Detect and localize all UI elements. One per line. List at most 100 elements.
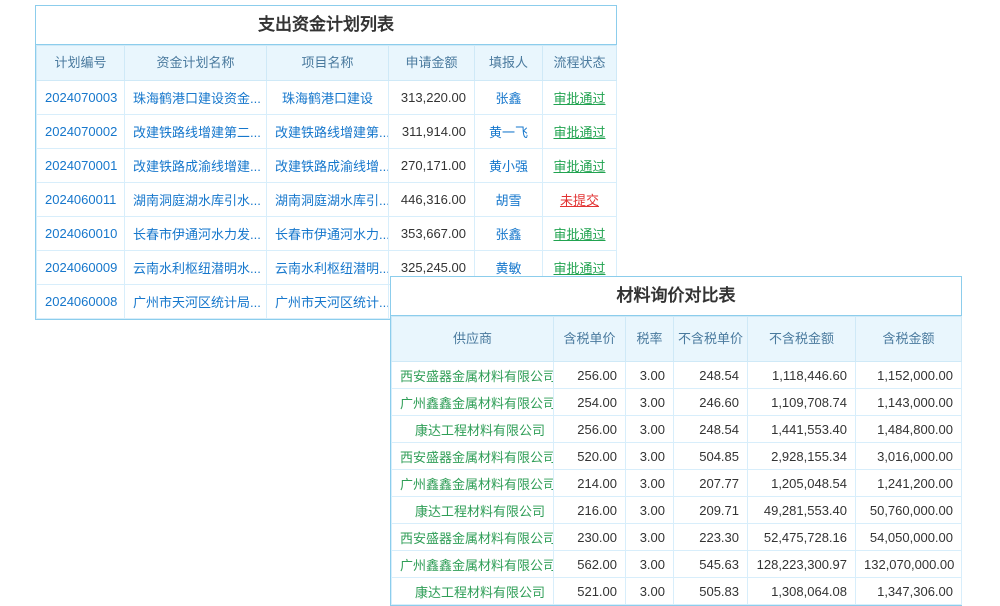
plan_table-cell-project_name[interactable]: 改建铁路线增建第...	[267, 115, 389, 149]
plan_table-cell-project_name[interactable]: 长春市伊通河水力...	[267, 217, 389, 251]
quote_table-cell-unit_price_tax: 256.00	[554, 362, 626, 389]
plan_table-cell-status[interactable]: 审批通过	[543, 217, 617, 251]
quote_table-column-amount_tax: 含税金额	[856, 317, 962, 362]
quote_table-cell-unit_price_tax: 216.00	[554, 497, 626, 524]
plan_table-cell-id[interactable]: 2024060009	[37, 251, 125, 285]
quote_table-cell-supplier: 康达工程材料有限公司	[392, 416, 554, 443]
plan_table-cell-id[interactable]: 2024060008	[37, 285, 125, 319]
plan_table-cell-id[interactable]: 2024070002	[37, 115, 125, 149]
plan_table-cell-status[interactable]: 审批通过	[543, 149, 617, 183]
plan_table-cell-fund_name[interactable]: 改建铁路成渝线增建...	[125, 149, 267, 183]
quote_table-cell-tax_rate: 3.00	[626, 578, 674, 605]
plan_table-cell-amount: 313,220.00	[389, 81, 475, 115]
table-row: 康达工程材料有限公司256.003.00248.541,441,553.401,…	[392, 416, 962, 443]
plan_table-cell-status[interactable]: 审批通过	[543, 81, 617, 115]
quote_table-cell-supplier: 广州鑫鑫金属材料有限公司	[392, 389, 554, 416]
quote_table-cell-unit_price_tax: 562.00	[554, 551, 626, 578]
plan_table-cell-fund_name[interactable]: 改建铁路线增建第二...	[125, 115, 267, 149]
quote_table-cell-unit_price_no_tax: 246.60	[674, 389, 748, 416]
quote_table-cell-supplier: 广州鑫鑫金属材料有限公司	[392, 470, 554, 497]
plan_table-cell-id[interactable]: 2024060011	[37, 183, 125, 217]
plan_table-cell-project_name[interactable]: 广州市天河区统计...	[267, 285, 389, 319]
material-quote-panel: 材料询价对比表 供应商含税单价税率不含税单价不含税金额含税金额 西安盛器金属材料…	[390, 276, 962, 606]
plan_table-cell-project_name[interactable]: 改建铁路成渝线增...	[267, 149, 389, 183]
quote_table-cell-unit_price_no_tax: 248.54	[674, 416, 748, 443]
table-row: 广州鑫鑫金属材料有限公司562.003.00545.63128,223,300.…	[392, 551, 962, 578]
table-row: 西安盛器金属材料有限公司230.003.00223.3052,475,728.1…	[392, 524, 962, 551]
quote_table-cell-amount_no_tax: 49,281,553.40	[748, 497, 856, 524]
quote_table-cell-unit_price_tax: 256.00	[554, 416, 626, 443]
plan_table-column-reporter: 填报人	[475, 46, 543, 81]
quote_table-cell-amount_no_tax: 1,109,708.74	[748, 389, 856, 416]
material-quote-header: 供应商含税单价税率不含税单价不含税金额含税金额	[392, 317, 962, 362]
quote_table-cell-amount_tax: 1,143,000.00	[856, 389, 962, 416]
plan_table-cell-reporter: 胡雪	[475, 183, 543, 217]
quote_table-cell-amount_no_tax: 1,118,446.60	[748, 362, 856, 389]
quote_table-cell-amount_no_tax: 1,308,064.08	[748, 578, 856, 605]
table-row: 康达工程材料有限公司521.003.00505.831,308,064.081,…	[392, 578, 962, 605]
quote_table-cell-tax_rate: 3.00	[626, 416, 674, 443]
table-row: 广州鑫鑫金属材料有限公司214.003.00207.771,205,048.54…	[392, 470, 962, 497]
plan_table-cell-fund_name[interactable]: 湖南洞庭湖水库引水...	[125, 183, 267, 217]
quote_table-cell-unit_price_no_tax: 209.71	[674, 497, 748, 524]
quote_table-cell-unit_price_no_tax: 223.30	[674, 524, 748, 551]
table-row: 广州鑫鑫金属材料有限公司254.003.00246.601,109,708.74…	[392, 389, 962, 416]
quote_table-cell-amount_tax: 1,484,800.00	[856, 416, 962, 443]
plan_table-column-status: 流程状态	[543, 46, 617, 81]
plan_table-cell-status[interactable]: 审批通过	[543, 115, 617, 149]
plan_table-cell-status[interactable]: 未提交	[543, 183, 617, 217]
quote_table-cell-unit_price_no_tax: 545.63	[674, 551, 748, 578]
quote_table-cell-amount_tax: 54,050,000.00	[856, 524, 962, 551]
plan_table-cell-amount: 446,316.00	[389, 183, 475, 217]
quote_table-cell-tax_rate: 3.00	[626, 524, 674, 551]
plan_table-cell-id[interactable]: 2024060010	[37, 217, 125, 251]
quote_table-cell-amount_no_tax: 2,928,155.34	[748, 443, 856, 470]
plan_table-cell-amount: 353,667.00	[389, 217, 475, 251]
quote_table-cell-supplier: 康达工程材料有限公司	[392, 497, 554, 524]
quote_table-column-tax_rate: 税率	[626, 317, 674, 362]
plan_table-cell-project_name[interactable]: 云南水利枢纽潜明...	[267, 251, 389, 285]
plan_table-cell-reporter: 黄一飞	[475, 115, 543, 149]
plan_table-cell-id[interactable]: 2024070003	[37, 81, 125, 115]
plan_table-cell-id[interactable]: 2024070001	[37, 149, 125, 183]
quote_table-cell-unit_price_tax: 214.00	[554, 470, 626, 497]
quote_table-cell-tax_rate: 3.00	[626, 470, 674, 497]
quote_table-cell-amount_tax: 1,347,306.00	[856, 578, 962, 605]
quote_table-cell-amount_no_tax: 52,475,728.16	[748, 524, 856, 551]
quote_table-cell-supplier: 康达工程材料有限公司	[392, 578, 554, 605]
quote_table-cell-tax_rate: 3.00	[626, 497, 674, 524]
plan_table-cell-project_name[interactable]: 珠海鹤港口建设	[267, 81, 389, 115]
quote_table-cell-tax_rate: 3.00	[626, 389, 674, 416]
plan_table-column-project_name: 项目名称	[267, 46, 389, 81]
quote_table-cell-unit_price_no_tax: 248.54	[674, 362, 748, 389]
quote_table-cell-supplier: 西安盛器金属材料有限公司	[392, 362, 554, 389]
plan_table-cell-fund_name[interactable]: 长春市伊通河水力发...	[125, 217, 267, 251]
quote_table-cell-supplier: 西安盛器金属材料有限公司	[392, 524, 554, 551]
plan_table-cell-project_name[interactable]: 湖南洞庭湖水库引...	[267, 183, 389, 217]
table-row: 西安盛器金属材料有限公司256.003.00248.541,118,446.60…	[392, 362, 962, 389]
quote_table-cell-unit_price_tax: 254.00	[554, 389, 626, 416]
quote_table-cell-amount_tax: 50,760,000.00	[856, 497, 962, 524]
material-quote-table: 供应商含税单价税率不含税单价不含税金额含税金额 西安盛器金属材料有限公司256.…	[391, 316, 962, 605]
quote_table-column-amount_no_tax: 不含税金额	[748, 317, 856, 362]
quote_table-cell-amount_no_tax: 1,441,553.40	[748, 416, 856, 443]
header-row: 计划编号资金计划名称项目名称申请金额填报人流程状态	[37, 46, 617, 81]
plan_table-cell-fund_name[interactable]: 珠海鹤港口建设资金...	[125, 81, 267, 115]
table-row: 2024060010长春市伊通河水力发...长春市伊通河水力...353,667…	[37, 217, 617, 251]
plan_table-column-id: 计划编号	[37, 46, 125, 81]
quote_table-cell-unit_price_no_tax: 504.85	[674, 443, 748, 470]
quote_table-cell-supplier: 广州鑫鑫金属材料有限公司	[392, 551, 554, 578]
material-quote-title: 材料询价对比表	[391, 277, 961, 316]
plan_table-cell-amount: 270,171.00	[389, 149, 475, 183]
plan_table-cell-fund_name[interactable]: 广州市天河区统计局...	[125, 285, 267, 319]
plan_table-cell-reporter: 张鑫	[475, 81, 543, 115]
quote_table-cell-amount_tax: 3,016,000.00	[856, 443, 962, 470]
header-row: 供应商含税单价税率不含税单价不含税金额含税金额	[392, 317, 962, 362]
quote_table-cell-unit_price_tax: 230.00	[554, 524, 626, 551]
quote_table-cell-amount_tax: 1,152,000.00	[856, 362, 962, 389]
quote_table-cell-amount_no_tax: 1,205,048.54	[748, 470, 856, 497]
table-row: 康达工程材料有限公司216.003.00209.7149,281,553.405…	[392, 497, 962, 524]
table-row: 西安盛器金属材料有限公司520.003.00504.852,928,155.34…	[392, 443, 962, 470]
plan_table-cell-reporter: 张鑫	[475, 217, 543, 251]
plan_table-cell-fund_name[interactable]: 云南水利枢纽潜明水...	[125, 251, 267, 285]
